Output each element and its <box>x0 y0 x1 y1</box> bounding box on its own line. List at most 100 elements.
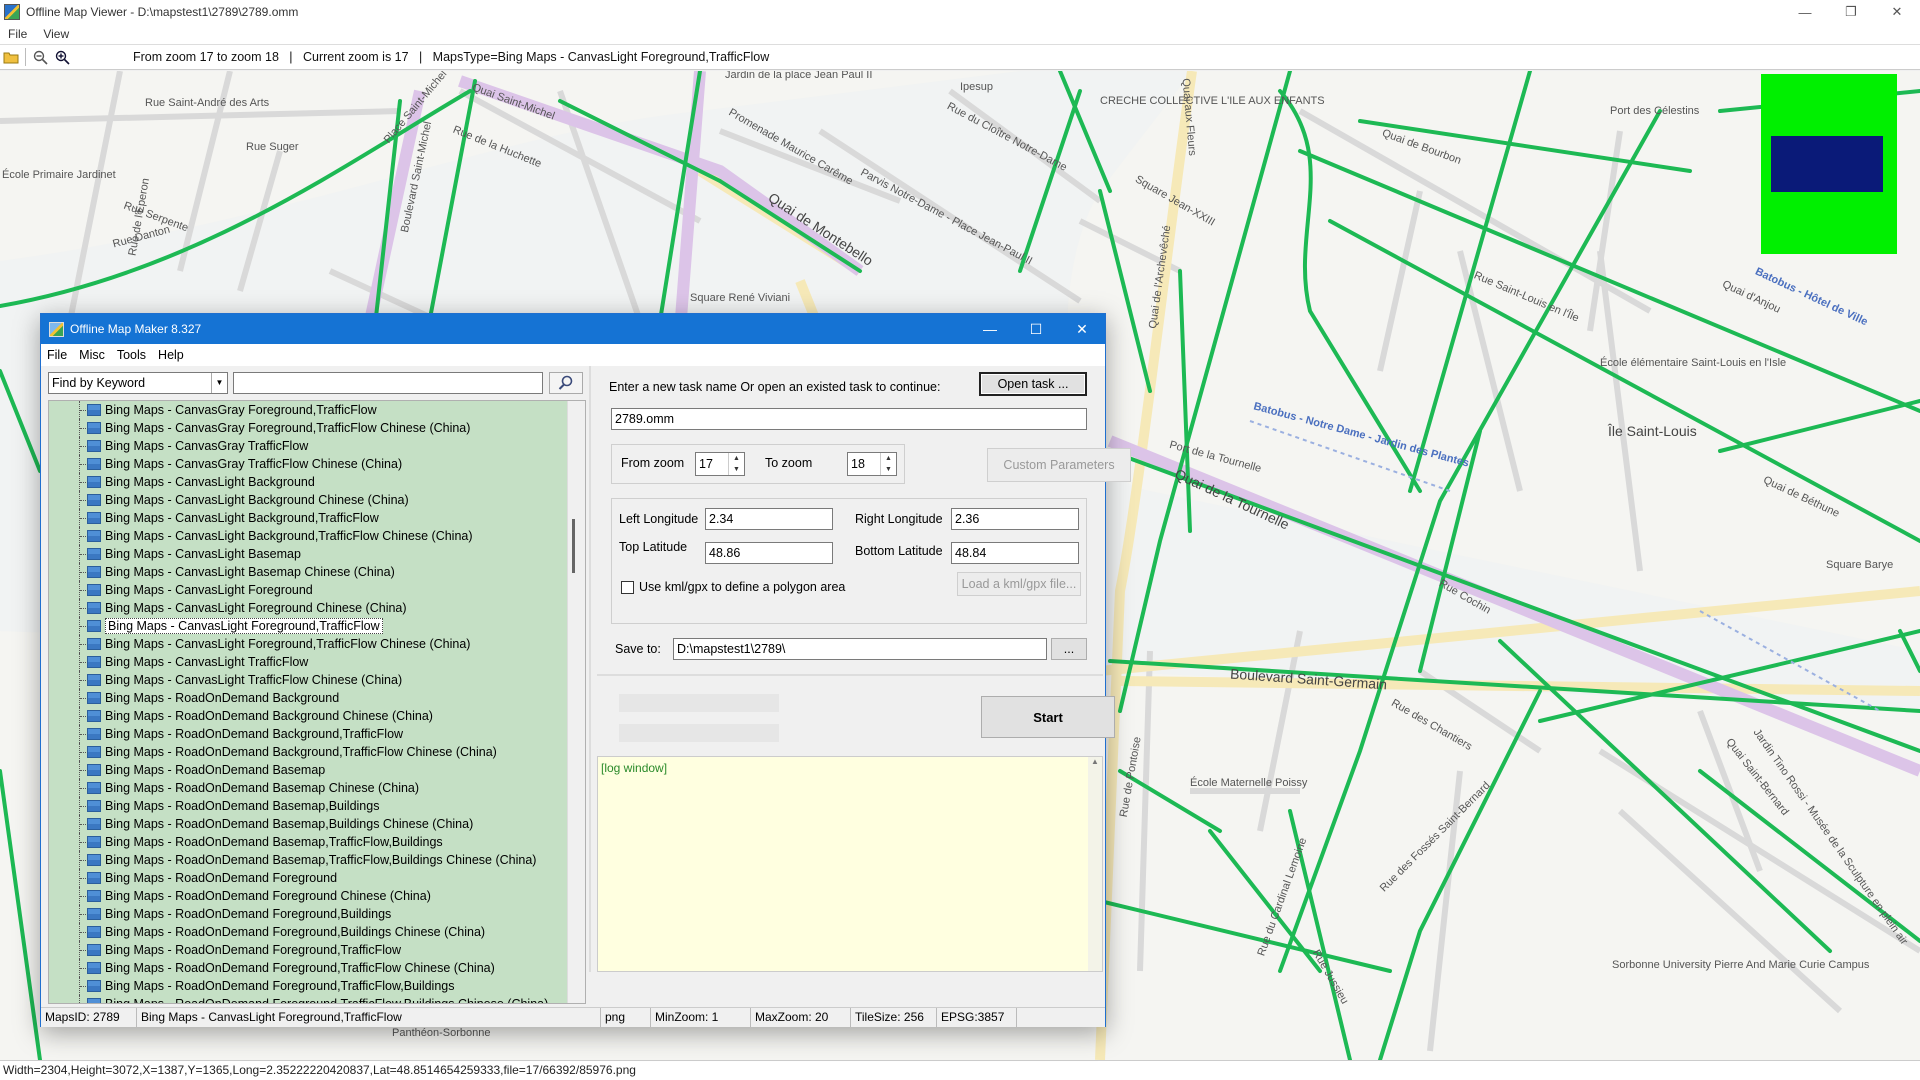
tree-item[interactable]: Bing Maps - RoadOnDemand Foreground,Traf… <box>49 941 569 959</box>
tree-scroll-thumb[interactable] <box>572 519 575 573</box>
start-button[interactable]: Start <box>981 696 1115 738</box>
tree-connector <box>79 671 88 689</box>
tree-item-label: Bing Maps - RoadOnDemand Basemap,Traffic… <box>105 835 443 849</box>
tree-item[interactable]: Bing Maps - RoadOnDemand Foreground,Traf… <box>49 977 569 995</box>
map-label: Square René Viviani <box>690 292 791 304</box>
save-to-input[interactable]: D:\mapstest1\2789\ <box>673 638 1047 660</box>
open-folder-icon[interactable] <box>0 46 22 68</box>
tree-item-label: Bing Maps - RoadOnDemand Foreground,Buil… <box>105 925 486 939</box>
log-window[interactable]: [log window] ▲ <box>597 756 1103 972</box>
tree-item[interactable]: Bing Maps - CanvasLight TrafficFlow <box>49 653 569 671</box>
search-mode-select[interactable]: Find by Keyword ▼ <box>48 372 228 394</box>
tree-item[interactable]: Bing Maps - RoadOnDemand Foreground,Traf… <box>49 959 569 977</box>
tree-item-label: Bing Maps - RoadOnDemand Basemap Chinese… <box>105 781 420 795</box>
status-format: png <box>601 1008 651 1027</box>
status-min-zoom: MinZoom: 1 <box>651 1008 751 1027</box>
tree-item[interactable]: Bing Maps - RoadOnDemand Basemap <box>49 761 569 779</box>
tree-item[interactable]: Bing Maps - RoadOnDemand Background,Traf… <box>49 725 569 743</box>
right-longitude-input[interactable]: 2.36 <box>951 508 1079 530</box>
tree-item-label: Bing Maps - RoadOnDemand Foreground <box>105 871 338 885</box>
dialog-maximize-button[interactable]: ☐ <box>1013 314 1059 344</box>
progress-bar-total <box>619 694 779 712</box>
custom-parameters-button[interactable]: Custom Parameters <box>987 448 1131 482</box>
map-tile-icon <box>87 476 101 488</box>
tree-connector <box>79 617 88 635</box>
tree-item[interactable]: Bing Maps - CanvasLight Background,Traff… <box>49 509 569 527</box>
tree-item[interactable]: Bing Maps - RoadOnDemand Basemap,Buildin… <box>49 815 569 833</box>
map-type-tree[interactable]: Bing Maps - CanvasGray Foreground,Traffi… <box>48 400 586 1004</box>
tree-scrollbar[interactable] <box>567 401 585 1003</box>
dialog-menu-file[interactable]: File <box>41 348 73 362</box>
log-scrollbar[interactable]: ▲ <box>1088 757 1102 971</box>
to-zoom-spinner[interactable]: 18 ▲ ▼ <box>847 452 897 476</box>
chevron-down-icon[interactable]: ▼ <box>211 373 227 393</box>
menu-view[interactable]: View <box>35 27 77 41</box>
tree-item[interactable]: Bing Maps - RoadOnDemand Basemap Chinese… <box>49 779 569 797</box>
map-tile-icon <box>87 548 101 560</box>
spinner-arrows-icon[interactable]: ▲ ▼ <box>880 453 896 475</box>
tree-item[interactable]: Bing Maps - CanvasLight Basemap <box>49 545 569 563</box>
search-mode-value: Find by Keyword <box>52 376 146 390</box>
offline-map-maker-dialog: Offline Map Maker 8.327 — ☐ ✕ File Misc … <box>40 313 1131 1027</box>
search-button[interactable] <box>549 372 583 394</box>
window-controls: — ❐ ✕ <box>1782 0 1920 24</box>
open-task-button[interactable]: Open task ... <box>979 372 1087 396</box>
tree-item[interactable]: Bing Maps - RoadOnDemand Foreground <box>49 869 569 887</box>
close-button[interactable]: ✕ <box>1874 0 1920 24</box>
search-input[interactable] <box>233 372 543 394</box>
kml-checkbox[interactable] <box>621 581 634 594</box>
tree-item[interactable]: Bing Maps - CanvasLight Basemap Chinese … <box>49 563 569 581</box>
tree-item[interactable]: Bing Maps - RoadOnDemand Background,Traf… <box>49 743 569 761</box>
tree-item[interactable]: Bing Maps - RoadOnDemand Foreground,Traf… <box>49 995 569 1003</box>
top-latitude-input[interactable]: 48.86 <box>705 542 833 564</box>
browse-button[interactable]: ... <box>1051 638 1087 660</box>
dialog-close-button[interactable]: ✕ <box>1059 314 1105 344</box>
zoom-out-icon[interactable] <box>29 46 51 68</box>
tree-item[interactable]: Bing Maps - CanvasGray TrafficFlow <box>49 437 569 455</box>
minimap-viewport[interactable] <box>1771 136 1883 192</box>
kml-checkbox-label: Use kml/gpx to define a polygon area <box>639 580 846 594</box>
tree-connector <box>79 959 88 977</box>
tree-item[interactable]: Bing Maps - RoadOnDemand Background <box>49 689 569 707</box>
right-longitude-label: Right Longitude <box>855 512 943 526</box>
tree-connector <box>79 419 88 437</box>
dialog-menu-misc[interactable]: Misc <box>73 348 111 362</box>
tree-item[interactable]: Bing Maps - CanvasGray TrafficFlow Chine… <box>49 455 569 473</box>
tree-item[interactable]: Bing Maps - CanvasLight TrafficFlow Chin… <box>49 671 569 689</box>
tree-item[interactable]: Bing Maps - CanvasLight Foreground,Traff… <box>49 617 569 635</box>
dialog-statusbar: MapsID: 2789 Bing Maps - CanvasLight For… <box>41 1007 1105 1027</box>
dialog-minimize-button[interactable]: — <box>967 314 1013 344</box>
tree-item[interactable]: Bing Maps - CanvasLight Background,Traff… <box>49 527 569 545</box>
left-longitude-input[interactable]: 2.34 <box>705 508 833 530</box>
pane-splitter[interactable] <box>589 366 591 972</box>
tree-item[interactable]: Bing Maps - RoadOnDemand Foreground,Buil… <box>49 905 569 923</box>
tree-item[interactable]: Bing Maps - RoadOnDemand Background Chin… <box>49 707 569 725</box>
menu-file[interactable]: File <box>0 27 35 41</box>
zoom-in-icon[interactable] <box>51 46 73 68</box>
dialog-menu-help[interactable]: Help <box>152 348 190 362</box>
bottom-latitude-input[interactable]: 48.84 <box>951 542 1079 564</box>
tree-item-label: Bing Maps - CanvasLight TrafficFlow <box>105 655 309 669</box>
tree-item[interactable]: Bing Maps - CanvasLight Background <box>49 473 569 491</box>
tree-item[interactable]: Bing Maps - CanvasLight Foreground <box>49 581 569 599</box>
tree-item[interactable]: Bing Maps - RoadOnDemand Foreground,Buil… <box>49 923 569 941</box>
spinner-arrows-icon[interactable]: ▲ ▼ <box>728 453 744 475</box>
map-tile-icon <box>87 674 101 686</box>
tree-item[interactable]: Bing Maps - RoadOnDemand Basemap,Buildin… <box>49 797 569 815</box>
tree-item[interactable]: Bing Maps - CanvasLight Foreground,Traff… <box>49 635 569 653</box>
tree-item[interactable]: Bing Maps - CanvasLight Background Chine… <box>49 491 569 509</box>
from-zoom-spinner[interactable]: 17 ▲ ▼ <box>695 452 745 476</box>
tree-item[interactable]: Bing Maps - RoadOnDemand Basemap,Traffic… <box>49 851 569 869</box>
tree-item[interactable]: Bing Maps - CanvasLight Foreground Chine… <box>49 599 569 617</box>
tree-item[interactable]: Bing Maps - CanvasGray Foreground,Traffi… <box>49 401 569 419</box>
task-name-input[interactable]: 2789.omm <box>611 408 1087 430</box>
minimize-button[interactable]: — <box>1782 0 1828 24</box>
tree-item[interactable]: Bing Maps - RoadOnDemand Foreground Chin… <box>49 887 569 905</box>
tree-item[interactable]: Bing Maps - RoadOnDemand Basemap,Traffic… <box>49 833 569 851</box>
tree-item-label: Bing Maps - CanvasLight TrafficFlow Chin… <box>105 673 403 687</box>
restore-button[interactable]: ❐ <box>1828 0 1874 24</box>
minimap[interactable] <box>1761 74 1897 254</box>
dialog-menu-tools[interactable]: Tools <box>111 348 152 362</box>
tree-item[interactable]: Bing Maps - CanvasGray Foreground,Traffi… <box>49 419 569 437</box>
load-kml-button[interactable]: Load a kml/gpx file... <box>957 572 1081 596</box>
